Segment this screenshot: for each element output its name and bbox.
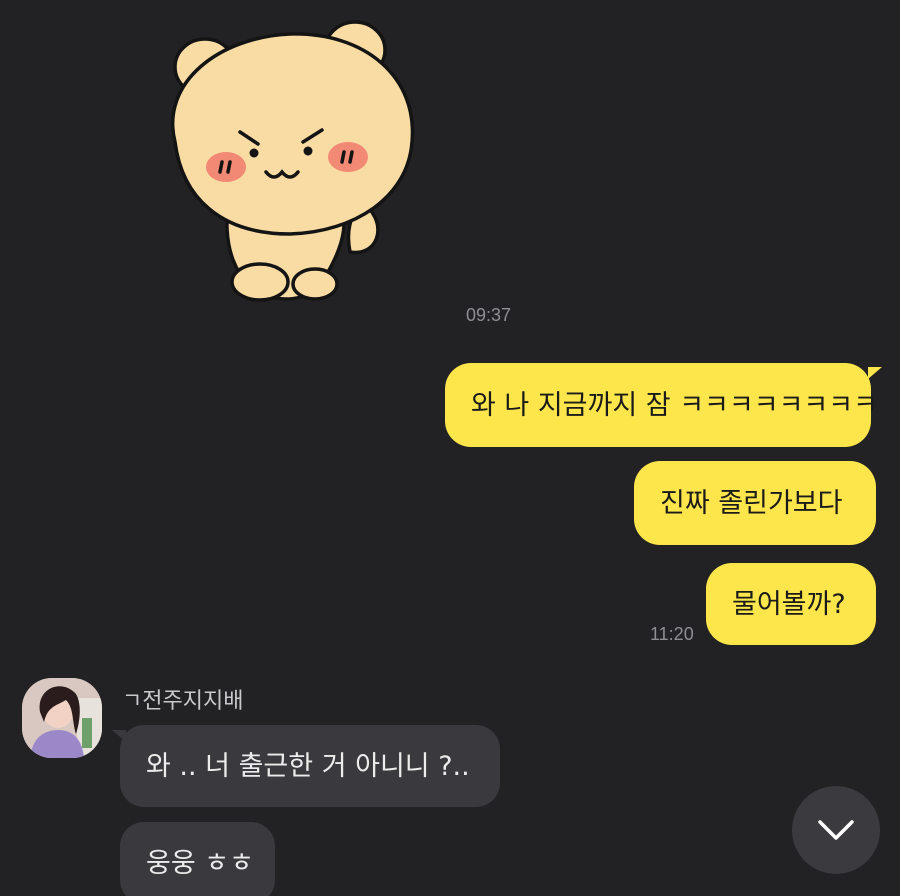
outgoing-message[interactable]: 진짜 졸린가보다 <box>634 461 876 545</box>
avatar[interactable] <box>22 678 102 758</box>
message-text: 물어볼까? <box>732 588 846 620</box>
incoming-message[interactable]: 와 .. 너 출근한 거 아니니 ?.. <box>120 725 500 807</box>
message-text: 와 .. 너 출근한 거 아니니 ?.. <box>146 750 470 782</box>
outgoing-message[interactable]: 물어볼까? <box>706 563 876 645</box>
profile-photo-icon <box>22 678 102 758</box>
scroll-down-button[interactable] <box>792 786 880 874</box>
sender-name: ㄱ전주지지배 <box>122 689 244 714</box>
chevron-down-icon <box>818 820 854 840</box>
outgoing-message[interactable]: 와 나 지금까지 잠 ㅋㅋㅋㅋㅋㅋㅋㅋ <box>445 363 878 447</box>
message-text: 와 나 지금까지 잠 ㅋㅋㅋㅋㅋㅋㅋㅋ <box>471 389 878 421</box>
bubble-tail <box>868 367 882 379</box>
incoming-message[interactable]: 웅웅 ㅎㅎ <box>120 822 275 896</box>
message-text: 진짜 졸린가보다 <box>660 487 843 519</box>
timestamp: 11:20 <box>650 624 694 644</box>
bear-sticker-icon[interactable] <box>150 12 430 307</box>
message-text: 웅웅 ㅎㅎ <box>146 847 254 879</box>
timestamp: 09:37 <box>466 305 512 325</box>
